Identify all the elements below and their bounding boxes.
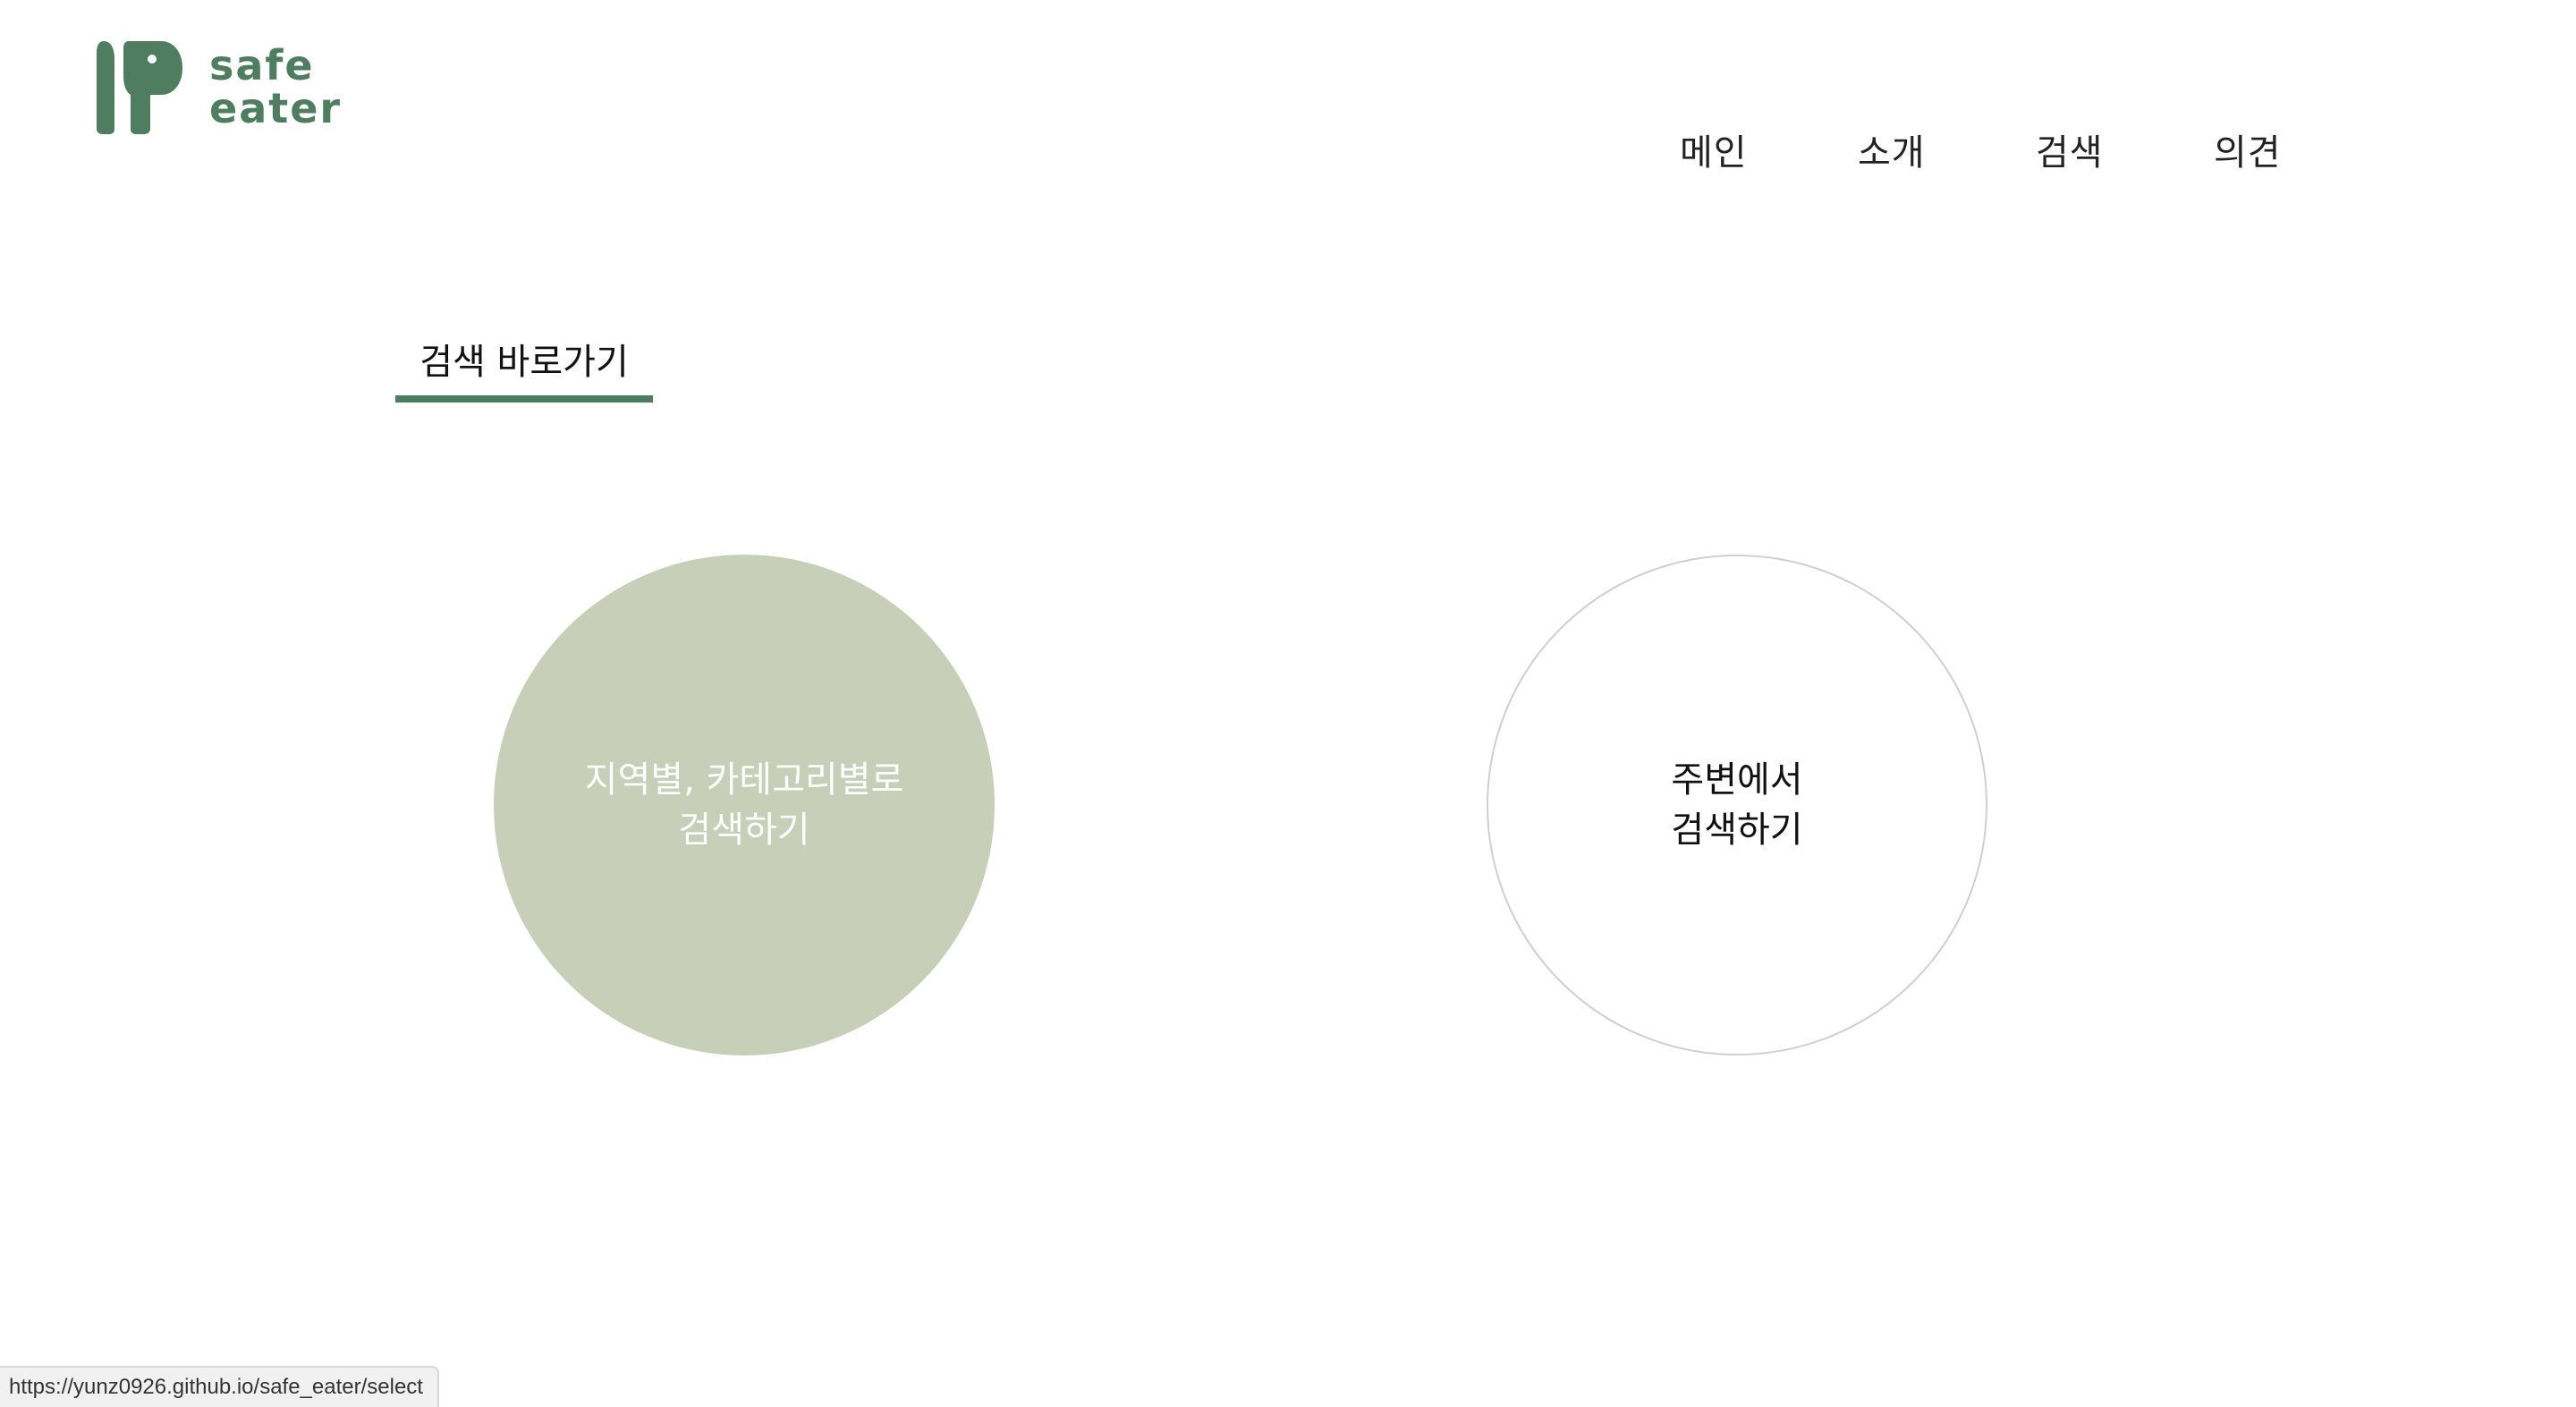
search-nearby-label: 주변에서 검색하기 [1671,755,1802,855]
search-nearby-line1: 주변에서 [1671,759,1803,801]
search-by-region-category-label: 지역별, 카테고리별로 검색하기 [585,755,904,855]
search-by-region-category-button[interactable]: 지역별, 카테고리별로 검색하기 [494,555,995,1055]
section-title: 검색 바로가기 [395,333,653,403]
nav-item-feedback[interactable]: 의견 [2171,123,2349,175]
elephant-logo-icon [97,41,182,134]
link-preview-status-bar: https://yunz0926.github.io/safe_eater/se… [0,1366,439,1407]
nav-item-main[interactable]: 메인 [1637,123,1815,175]
search-by-region-category-line2: 검색하기 [678,809,810,851]
nav-item-search[interactable]: 검색 [1993,123,2171,175]
home-logo-link[interactable]: safe eater [97,39,342,134]
main-nav: 메인 소개 검색 의견 [1637,123,2349,175]
logo-text-line2: eater [209,84,343,132]
search-by-region-category-line1: 지역별, 카테고리별로 [584,759,904,801]
logo-text-line1: safe [209,41,315,89]
search-nearby-line2: 검색하기 [1671,809,1803,851]
search-nearby-button[interactable]: 주변에서 검색하기 [1487,555,1987,1055]
logo-wordmark: safe eater [209,44,342,130]
page: safe eater 메인 소개 검색 의견 검색 바로가기 지역별, 카테고리… [0,0,2576,1407]
nav-item-about[interactable]: 소개 [1815,123,1993,175]
